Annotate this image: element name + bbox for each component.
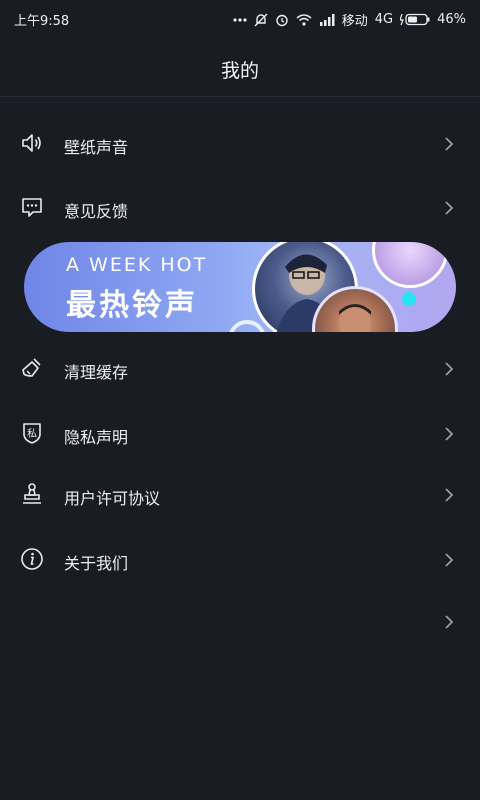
menu-item-label: 清理缓存	[64, 363, 129, 382]
menu-item-label: 关于我们	[64, 554, 129, 573]
network-label: 4G	[374, 12, 394, 27]
banner-artist-photo	[312, 286, 398, 332]
battery-percent: 46%	[437, 12, 466, 27]
menu-item-clear-cache[interactable]: 清理缓存	[0, 341, 480, 397]
status-icons: 移动 4G 46%	[233, 10, 466, 29]
signal-icon	[319, 13, 335, 26]
banner-artist-photo	[372, 242, 448, 288]
menu-item-about-us[interactable]: 关于我们	[0, 532, 480, 588]
privacy-shield-char: 私	[27, 428, 37, 440]
mute-bell-icon	[254, 13, 268, 27]
privacy-shield-icon: 私	[20, 421, 44, 445]
hot-ringtone-banner[interactable]: A WEEK HOT 最热铃声	[24, 242, 456, 332]
menu-item-feedback[interactable]: 意见反馈	[0, 180, 480, 236]
alarm-icon	[275, 13, 289, 27]
title-bar: 我的	[0, 36, 480, 97]
banner-decor-dot	[402, 292, 416, 306]
banner-title: 最热铃声	[66, 288, 198, 323]
battery-icon	[400, 13, 430, 26]
chevron-right-icon	[444, 200, 454, 216]
menu-item-label: 意见反馈	[64, 202, 129, 221]
status-time: 上午9:58	[14, 14, 70, 29]
menu-item-wallpaper-sound[interactable]: 壁纸声音	[0, 116, 480, 172]
menu-item-privacy[interactable]: 私 隐私声明	[0, 406, 480, 462]
chevron-right-icon	[444, 426, 454, 442]
chevron-right-icon	[444, 552, 454, 568]
banner-subtitle: A WEEK HOT	[66, 254, 208, 276]
menu-item-user-agreement[interactable]: 用户许可协议	[0, 467, 480, 523]
feedback-icon	[20, 195, 44, 219]
chevron-right-icon	[444, 361, 454, 377]
chevron-right-icon	[444, 136, 454, 152]
menu-item-label: 隐私声明	[64, 428, 129, 447]
stamp-icon	[20, 482, 44, 506]
info-icon	[20, 547, 44, 571]
more-dots-icon	[233, 17, 247, 23]
speaker-icon	[20, 131, 44, 155]
page-title: 我的	[220, 60, 259, 82]
wifi-icon	[296, 13, 312, 26]
menu-item-label: 用户许可协议	[64, 489, 161, 508]
menu-item-label: 壁纸声音	[64, 138, 129, 157]
chevron-right-icon[interactable]	[444, 614, 454, 630]
status-bar: 上午9:58 移动 4G 46%	[0, 0, 480, 36]
broom-icon	[20, 356, 44, 380]
carrier-label: 移动	[341, 14, 368, 29]
chevron-right-icon	[444, 487, 454, 503]
